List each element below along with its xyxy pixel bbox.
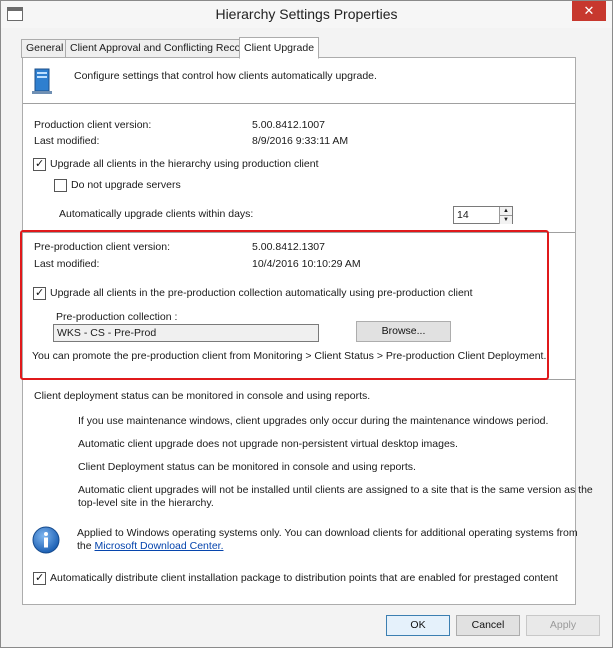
preproduction-highlight-box: [20, 230, 549, 380]
tab-client-upgrade[interactable]: Client Upgrade: [239, 37, 320, 59]
cancel-button[interactable]: Cancel: [456, 615, 520, 636]
upgrade-days-value: 14: [457, 209, 469, 221]
note-item: Automatic client upgrades will not be in…: [78, 484, 593, 496]
info-note-line1: Applied to Windows operating systems onl…: [77, 527, 578, 539]
production-version-value: 5.00.8412.1007: [252, 119, 325, 131]
production-version-label: Production client version:: [34, 119, 152, 131]
title-bar[interactable]: Hierarchy Settings Properties ✕: [1, 1, 612, 28]
info-note-line2: the Microsoft Download Center.: [77, 540, 224, 552]
upgrade-all-label[interactable]: Upgrade all clients in the hierarchy usi…: [50, 158, 318, 170]
distribute-package-checkbox[interactable]: [33, 571, 46, 585]
preprod-collection-value: WKS - CS - Pre-Prod: [57, 327, 157, 339]
note-item: If you use maintenance windows, client u…: [78, 415, 549, 427]
note-item: Client Deployment status can be monitore…: [78, 461, 416, 473]
header-divider: [23, 103, 575, 104]
spin-down-icon[interactable]: ▼: [499, 215, 512, 224]
deployment-status-note: Client deployment status can be monitore…: [34, 390, 371, 402]
note-item: top-level site in the hierarchy.: [78, 497, 214, 509]
distribute-package-label[interactable]: Automatically distribute client installa…: [50, 572, 558, 584]
browse-button[interactable]: Browse...: [356, 321, 451, 342]
tab-general[interactable]: General: [21, 39, 69, 58]
no-upgrade-servers-checkbox[interactable]: [54, 179, 67, 192]
production-modified-label: Last modified:: [34, 135, 100, 147]
preprod-collection-field[interactable]: WKS - CS - Pre-Prod: [53, 324, 319, 342]
note-item: Automatic client upgrade does not upgrad…: [78, 438, 458, 450]
spin-up-icon[interactable]: ▲: [499, 207, 512, 215]
computer-upgrade-icon: [32, 68, 52, 94]
no-upgrade-servers-label[interactable]: Do not upgrade servers: [71, 179, 181, 191]
header-description: Configure settings that control how clie…: [74, 70, 377, 82]
tab-client-approval[interactable]: Client Approval and Conflicting Records: [65, 39, 261, 58]
production-modified-value: 8/9/2016 9:33:11 AM: [252, 135, 349, 147]
upgrade-all-checkbox[interactable]: [33, 157, 46, 171]
apply-button[interactable]: Apply: [526, 615, 600, 636]
upgrade-days-label: Automatically upgrade clients within day…: [59, 208, 254, 220]
download-center-link[interactable]: Microsoft Download Center.: [95, 540, 224, 552]
upgrade-days-spinner[interactable]: 14 ▲ ▼: [453, 206, 513, 224]
window-title: Hierarchy Settings Properties: [215, 6, 398, 22]
close-button[interactable]: ✕: [572, 1, 606, 21]
info-icon: [32, 526, 60, 554]
properties-window: Hierarchy Settings Properties ✕ General …: [0, 0, 613, 648]
ok-button[interactable]: OK: [386, 615, 450, 636]
